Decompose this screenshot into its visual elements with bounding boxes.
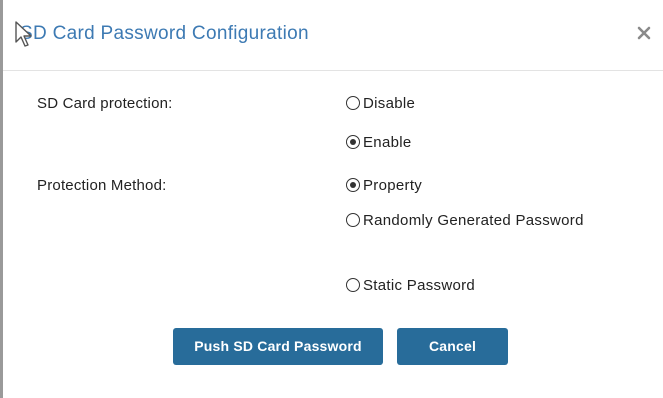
radio-randomly-generated-password[interactable]: Randomly Generated Password [346,210,586,232]
radio-property[interactable]: Property [346,177,422,194]
push-sd-card-password-button[interactable]: Push SD Card Password [173,328,383,365]
radio-property-label: Property [363,177,423,194]
close-button[interactable] [635,24,653,42]
cancel-button[interactable]: Cancel [397,328,508,365]
radio-checked-icon [346,135,360,149]
radio-enable[interactable]: Enable [346,134,412,151]
dialog-header: SD Card Password Configuration [3,0,663,71]
sd-card-password-dialog: SD Card Password Configuration SD Card p… [0,0,663,398]
radio-static-password-label: Static Password [363,277,476,294]
sd-card-protection-label: SD Card protection: [37,95,173,112]
radio-disable[interactable]: Disable [346,95,415,112]
radio-static-password[interactable]: Static Password [346,277,475,294]
radio-enable-label: Enable [363,134,412,151]
protection-method-label: Protection Method: [37,177,167,194]
radio-unchecked-icon [346,213,360,227]
radio-checked-icon [346,178,360,192]
radio-unchecked-icon [346,96,360,110]
dialog-title: SD Card Password Configuration [20,23,309,44]
radio-unchecked-icon [346,278,360,292]
close-icon [637,26,651,40]
radio-disable-label: Disable [363,95,416,112]
radio-randomly-generated-label: Randomly Generated Password [363,212,584,229]
